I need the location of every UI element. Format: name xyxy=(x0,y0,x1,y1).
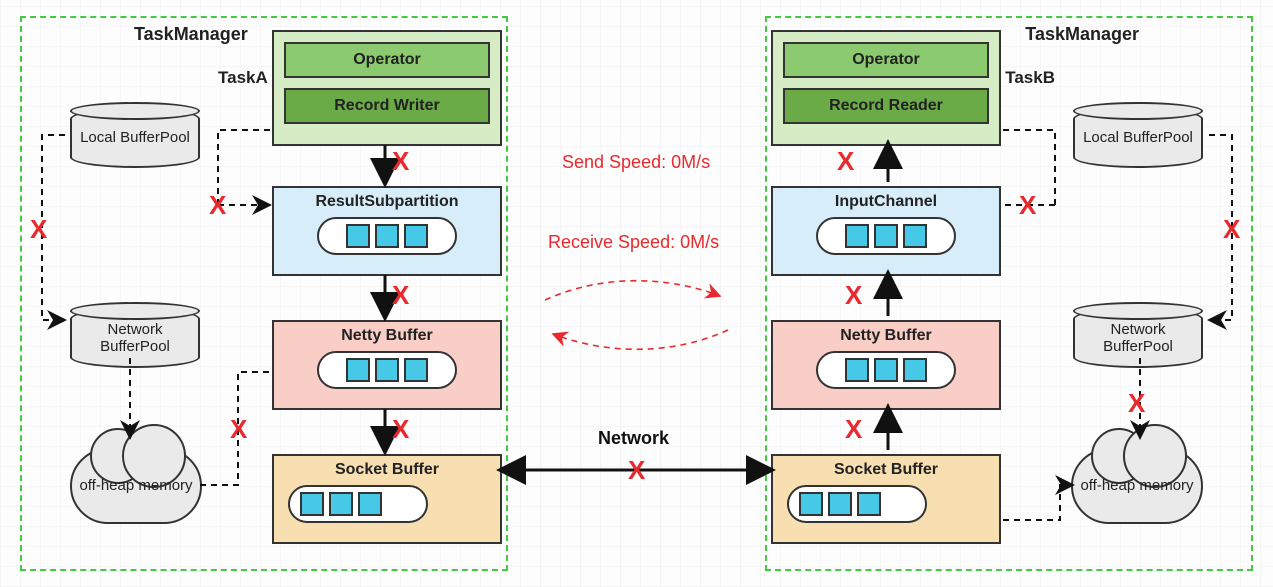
input-channel: InputChannel xyxy=(771,186,1001,276)
buffer-pill-icon xyxy=(816,351,956,389)
offheap-left: off-heap memory xyxy=(70,448,202,524)
record-writer: Record Writer xyxy=(284,88,490,124)
x-icon: X xyxy=(1019,190,1036,221)
taskmanager-right: TaskManager Local BufferPool Network Buf… xyxy=(765,16,1253,571)
x-icon: X xyxy=(392,280,409,311)
netty-buffer-right: Netty Buffer xyxy=(771,320,1001,410)
x-icon: X xyxy=(30,214,47,245)
result-subpartition: ResultSubpartition xyxy=(272,186,502,276)
local-bufferpool-right: Local BufferPool xyxy=(1073,108,1203,168)
socket-buffer-right: Socket Buffer xyxy=(771,454,1001,544)
buffer-pill-icon xyxy=(787,485,927,523)
tm-right-title: TaskManager xyxy=(1025,24,1139,45)
record-reader: Record Reader xyxy=(783,88,989,124)
receive-speed-label: Receive Speed: 0M/s xyxy=(548,232,719,253)
x-icon: X xyxy=(392,414,409,445)
x-icon: X xyxy=(1223,214,1240,245)
buffer-pill-icon xyxy=(317,351,457,389)
task-b-box: Operator Record Reader xyxy=(771,30,1001,146)
x-icon: X xyxy=(845,414,862,445)
x-icon: X xyxy=(845,280,862,311)
buffer-pill-icon xyxy=(317,217,457,255)
buffer-pill-icon xyxy=(816,217,956,255)
operator-right: Operator xyxy=(783,42,989,78)
tm-left-title: TaskManager xyxy=(134,24,248,45)
taskmanager-left: TaskManager Local BufferPool Network Buf… xyxy=(20,16,508,571)
operator-left: Operator xyxy=(284,42,490,78)
socket-buffer-left: Socket Buffer xyxy=(272,454,502,544)
buffer-pill-icon xyxy=(288,485,428,523)
offheap-right: off-heap memory xyxy=(1071,448,1203,524)
x-icon: X xyxy=(230,414,247,445)
network-bufferpool-right: Network BufferPool xyxy=(1073,308,1203,368)
x-icon: X xyxy=(209,190,226,221)
local-bufferpool-left: Local BufferPool xyxy=(70,108,200,168)
x-icon: X xyxy=(1128,388,1145,419)
task-b-label: TaskB xyxy=(1005,68,1055,88)
network-bufferpool-left: Network BufferPool xyxy=(70,308,200,368)
netty-buffer-left: Netty Buffer xyxy=(272,320,502,410)
x-icon: X xyxy=(837,146,854,177)
task-a-label: TaskA xyxy=(218,68,268,88)
network-label: Network xyxy=(598,428,669,449)
task-a-box: Operator Record Writer xyxy=(272,30,502,146)
x-icon: X xyxy=(628,455,645,486)
x-icon: X xyxy=(392,146,409,177)
send-speed-label: Send Speed: 0M/s xyxy=(562,152,710,173)
